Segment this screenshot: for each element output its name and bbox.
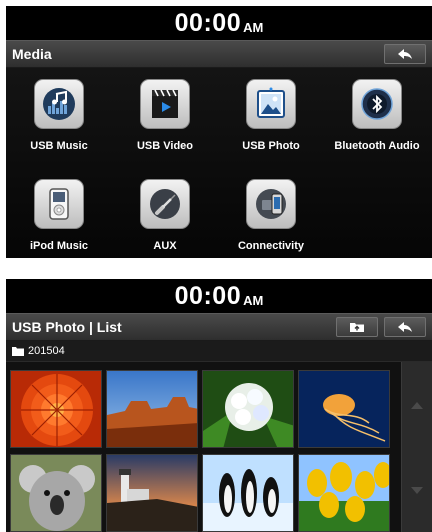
usb-photo-tile[interactable]: USB Photo [218,79,324,152]
usb-music-icon [34,79,84,129]
usb-photo-label: USB Photo [242,140,300,152]
usb-music-tile[interactable]: USB Music [6,79,112,152]
title-bar: Media [6,40,432,68]
clock-time: 00:00 [174,8,242,37]
photo-thumbnail-penguins[interactable] [202,454,294,532]
clock-bar: 00:00 AM [6,279,432,313]
bluetooth-audio-label: Bluetooth Audio [334,140,420,152]
usb-video-label: USB Video [136,140,194,152]
media-grid: USB Music USB Video USB Photo Bluetooth … [6,68,432,258]
clock-ampm: AM [243,292,264,308]
folder-up-icon [350,323,364,332]
ipod-icon [34,179,84,229]
ipod-music-tile[interactable]: iPod Music [6,179,112,252]
photo-grid [6,362,432,532]
aux-label: AUX [153,240,177,252]
scroll-up-icon [411,402,423,409]
folder-up-button[interactable] [336,317,378,337]
phone-connectivity-icon [246,179,296,229]
folder-icon [12,347,24,356]
scroll-up-button[interactable] [402,362,432,448]
aux-tile[interactable]: AUX [112,179,218,252]
title-bar: USB Photo | List [6,313,432,341]
usb-video-tile[interactable]: USB Video [112,79,218,152]
clock-time: 00:00 [174,281,242,310]
page-title: Media [12,46,52,62]
page-title: USB Photo | List [12,319,122,335]
clock-bar: 00:00 AM [6,6,432,40]
photo-thumbnail-jellyfish[interactable] [298,370,390,448]
photo-thumbnail-tulips[interactable] [298,454,390,532]
ipod-music-label: iPod Music [29,240,89,252]
usb-music-label: USB Music [30,140,88,152]
scroll-down-button[interactable] [402,448,432,532]
photo-thumbnail-white-hydrangea[interactable] [202,370,294,448]
photo-list-screen: 00:00 AM USB Photo | List 201504 [6,279,432,532]
usb-photo-icon [246,79,296,129]
clock-ampm: AM [243,19,264,35]
back-arrow-icon [398,49,412,59]
aux-cable-icon [140,179,190,229]
folder-name: 201504 [28,345,65,357]
folder-path-bar: 201504 [6,341,432,362]
photo-thumbnail-red-chrysanthemum[interactable] [10,370,102,448]
media-screen: 00:00 AM Media USB Music USB Video USB P… [6,6,432,258]
scrollbar[interactable] [401,362,432,532]
back-button[interactable] [384,44,426,64]
photo-thumbnail-desert-mesa[interactable] [106,370,198,448]
photo-thumbnail-lighthouse[interactable] [106,454,198,532]
photo-thumbnail-koala[interactable] [10,454,102,532]
back-button[interactable] [384,317,426,337]
bluetooth-icon [352,79,402,129]
bluetooth-audio-tile[interactable]: Bluetooth Audio [324,79,430,152]
back-arrow-icon [398,322,412,332]
scroll-down-icon [411,487,423,494]
connectivity-tile[interactable]: Connectivity [218,179,324,252]
connectivity-label: Connectivity [237,240,304,252]
usb-video-icon [140,79,190,129]
